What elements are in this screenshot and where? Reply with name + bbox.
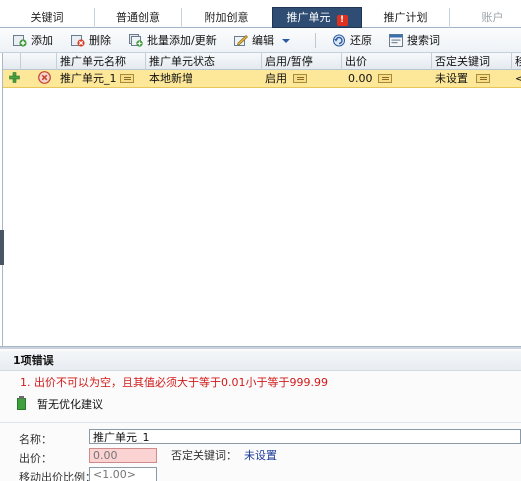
mobile-bid-ratio-label: 移动出价比例： [19, 471, 96, 481]
tab-keywords-label: 关键词 [30, 11, 64, 24]
add-button[interactable]: 添加 [13, 32, 53, 49]
search-word-button[interactable]: 搜索词 [389, 32, 440, 49]
chevron-down-icon[interactable] [282, 38, 290, 43]
row-add-icon[interactable] [5, 70, 21, 88]
table-row[interactable]: 推广单元_1 本地新增 启用 0.00 未设置 < [3, 70, 521, 88]
tab-keywords[interactable]: 关键词 [0, 8, 95, 28]
tab-promo-plan[interactable]: 推广计划 [362, 8, 450, 28]
table-header: 推广单元名称 推广单元状态 启用/暂停 出价 否定关键词 移 [3, 53, 521, 70]
error-count-heading: 1项错误 [0, 351, 521, 371]
add-button-label: 添加 [31, 34, 53, 47]
toolbar: 添加 删除 批量添加/更新 编辑 还原 搜索词 [0, 28, 521, 53]
tab-normal-creative-label: 普通创意 [116, 11, 160, 24]
batch-add-button[interactable]: 批量添加/更新 [129, 32, 217, 49]
negative-keywords-label: 否定关键词： [171, 449, 237, 462]
add-icon [13, 34, 27, 47]
batch-add-button-label: 批量添加/更新 [147, 34, 217, 47]
tab-normal-creative[interactable]: 普通创意 [95, 8, 182, 28]
tab-promo-unit-label: 推广单元 [286, 11, 331, 24]
suggestion-text: 暂无优化建议 [37, 398, 103, 411]
edit-icon [234, 34, 249, 47]
header-enabled[interactable]: 启用/暂停 [262, 53, 342, 70]
edit-cell-icon[interactable] [377, 74, 392, 83]
error-message: 1. 出价不可以为空，且其值必须大于等于0.01小于等于999.99 [20, 376, 328, 389]
cell-extra: < [515, 72, 521, 85]
delete-button[interactable]: 删除 [71, 32, 111, 49]
name-label: 名称： [19, 433, 52, 446]
error-alert-icon: ! [336, 15, 348, 26]
tab-bar: 关键词 普通创意 附加创意 推广单元! 推广计划 账户 [0, 0, 521, 28]
tab-promo-plan-label: 推广计划 [383, 11, 428, 24]
cell-unit-name[interactable]: 推广单元_1 [57, 70, 146, 88]
tab-extra-creative[interactable]: 附加创意 [182, 8, 271, 28]
edit-cell-icon[interactable] [476, 74, 490, 83]
panel-divider [0, 422, 521, 423]
mobile-bid-ratio-field[interactable] [89, 467, 157, 481]
cell-enabled[interactable]: 启用 [262, 70, 342, 88]
bid-label: 出价： [19, 452, 52, 465]
negative-keywords-link[interactable]: 未设置 [244, 447, 277, 463]
tab-extra-creative-label: 附加创意 [204, 11, 249, 24]
edit-button-label: 编辑 [252, 34, 274, 47]
detail-panel: 1项错误 1. 出价不可以为空，且其值必须大于等于0.01小于等于999.99 … [0, 349, 521, 481]
bid-field[interactable] [89, 448, 157, 463]
toolbar-divider [315, 33, 316, 48]
restore-icon [332, 34, 346, 47]
header-unit-name[interactable]: 推广单元名称 [57, 53, 146, 70]
enabled-text: 启用 [265, 72, 287, 85]
promo-unit-table: 推广单元名称 推广单元状态 启用/暂停 出价 否定关键词 移 推广单元_1 本地… [2, 53, 521, 346]
suggestion-row: 暂无优化建议 [17, 396, 103, 412]
panel-resize-handle[interactable] [0, 230, 4, 265]
header-unit-status[interactable]: 推广单元状态 [146, 53, 262, 70]
delete-icon [71, 34, 85, 47]
cell-bid[interactable]: 0.00 [342, 70, 432, 88]
edit-cell-icon[interactable] [119, 74, 134, 83]
header-extra[interactable]: 移 [512, 53, 521, 70]
unit-name-text: 推广单元_1 [60, 72, 117, 85]
tab-promo-unit[interactable]: 推广单元! [272, 7, 362, 28]
cell-unit-status: 本地新增 [149, 72, 193, 85]
batch-add-icon [129, 34, 143, 47]
negative-keywords-text: 未设置 [435, 72, 468, 85]
bid-text: 0.00 [348, 72, 373, 85]
unit-name-field[interactable] [89, 429, 521, 444]
search-word-button-label: 搜索词 [407, 34, 440, 47]
delete-button-label: 删除 [89, 34, 111, 47]
edit-button[interactable]: 编辑 [234, 32, 290, 49]
restore-button-label: 还原 [350, 34, 372, 47]
cell-negative-keywords[interactable]: 未设置 [432, 70, 512, 88]
tab-account-label: 账户 [481, 11, 504, 24]
header-cell-add [3, 53, 21, 70]
restore-button[interactable]: 还原 [332, 32, 372, 49]
search-word-icon [389, 34, 403, 47]
header-bid[interactable]: 出价 [342, 53, 432, 70]
edit-cell-icon[interactable] [293, 74, 307, 83]
tab-account[interactable]: 账户 [450, 8, 521, 28]
suggestion-icon [17, 396, 26, 410]
row-delete-icon[interactable] [35, 70, 55, 88]
header-negative-keywords[interactable]: 否定关键词 [432, 53, 512, 70]
header-cell-delete [21, 53, 57, 70]
